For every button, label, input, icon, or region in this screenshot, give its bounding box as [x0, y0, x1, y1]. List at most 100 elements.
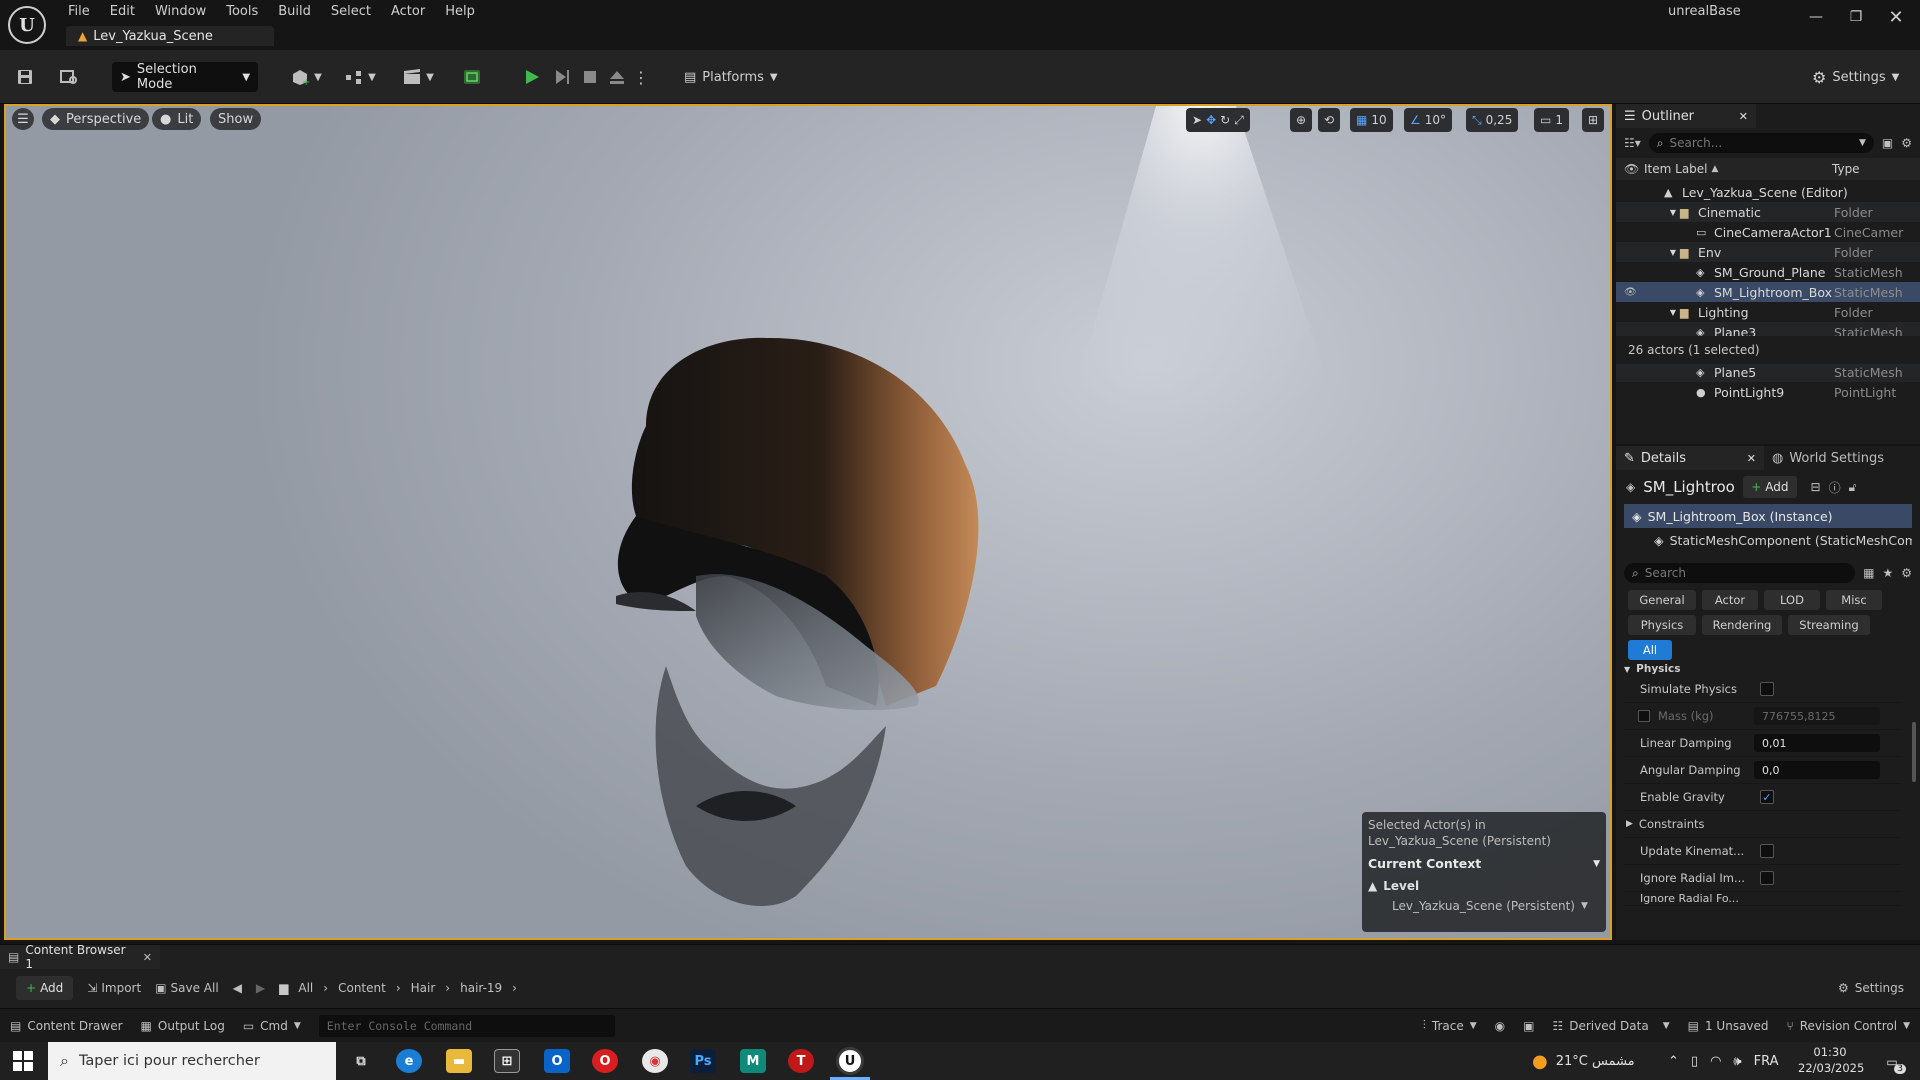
close-icon[interactable]: ✕ — [143, 951, 152, 964]
add-actor-button[interactable]: + ▼ — [286, 62, 326, 92]
menu-tools[interactable]: Tools — [216, 1, 268, 23]
unsaved-button[interactable]: ▤ 1 Unsaved — [1688, 1019, 1769, 1033]
simulate-physics-checkbox[interactable] — [1760, 682, 1774, 696]
outliner-row[interactable]: ▭ CineCameraActor1 CineCamera — [1616, 222, 1920, 242]
photoshop-icon[interactable]: Ps — [690, 1049, 716, 1073]
windows-start-icon[interactable] — [12, 1050, 34, 1072]
scale-tool-icon[interactable]: ⤢ — [1234, 113, 1244, 128]
outliner-tab[interactable]: ☰ Outliner ✕ — [1616, 104, 1756, 128]
opera-icon[interactable]: O — [592, 1049, 618, 1073]
menu-actor[interactable]: Actor — [381, 1, 435, 23]
restore-icon[interactable]: ❐ — [1836, 2, 1876, 32]
console-input[interactable]: Enter Console Command — [318, 1014, 615, 1037]
menu-help[interactable]: Help — [435, 1, 485, 23]
outliner-search-input[interactable]: ⌕ Search... ▼ — [1648, 133, 1874, 153]
filter-streaming[interactable]: Streaming — [1788, 615, 1870, 635]
world-settings-tab[interactable]: ◍ World Settings — [1764, 446, 1892, 470]
move-tool-icon[interactable]: ✥ — [1206, 113, 1216, 127]
step-icon[interactable] — [550, 62, 574, 92]
camera-speed-button[interactable]: ▭ 1 — [1534, 108, 1569, 132]
menu-file[interactable]: File — [58, 1, 100, 23]
world-space-icon[interactable]: ⊕ — [1290, 108, 1313, 132]
filter-misc[interactable]: Misc — [1826, 590, 1882, 610]
close-icon[interactable]: ✕ — [1739, 110, 1748, 123]
surface-snap-icon[interactable]: ⟲ — [1318, 108, 1341, 132]
filter-lod[interactable]: LOD — [1764, 590, 1820, 610]
filter-actor[interactable]: Actor — [1702, 590, 1758, 610]
component-row[interactable]: ◈ StaticMeshComponent (StaticMeshComp — [1624, 528, 1912, 552]
maya-icon[interactable]: M — [740, 1049, 766, 1073]
instance-row[interactable]: ◈ SM_Lightroom_Box (Instance) — [1624, 504, 1912, 528]
visibility-icon[interactable]: 👁 — [1624, 162, 1644, 176]
weather-widget[interactable]: ● 21°C مشمس — [1532, 1042, 1635, 1080]
language-indicator[interactable]: FRA — [1754, 1054, 1779, 1069]
minimize-icon[interactable]: — — [1796, 2, 1836, 32]
expand-arrow-icon[interactable]: ▼ — [1636, 208, 1680, 217]
breadcrumb-hair[interactable]: Hair — [411, 981, 436, 995]
clock[interactable]: 01:30 22/03/2025 — [1798, 1044, 1864, 1076]
modes-icon[interactable] — [458, 62, 486, 92]
level-document-tab[interactable]: ▲ Lev_Yazkua_Scene — [66, 26, 274, 46]
stop-icon[interactable] — [578, 62, 602, 92]
actor-name[interactable]: SM_Lightroo — [1643, 478, 1735, 496]
notifications-button[interactable]: ▭ 3 — [1878, 1050, 1906, 1074]
current-context-header[interactable]: Current Context ▼ — [1368, 856, 1600, 871]
menu-window[interactable]: Window — [145, 1, 216, 23]
select-tool-icon[interactable]: ➤ — [1192, 113, 1202, 127]
browse-icon[interactable] — [56, 62, 82, 92]
play-icon[interactable] — [520, 62, 544, 92]
add-folder-icon[interactable]: ▣ — [1882, 136, 1893, 150]
layout-icon[interactable]: ⊞ — [1582, 108, 1605, 132]
store-icon[interactable]: ⊞ — [494, 1049, 520, 1073]
details-tab[interactable]: ✎ Details ✕ — [1616, 446, 1764, 470]
blueprint-icon[interactable]: ⊟ — [1811, 480, 1821, 494]
linear-damping-field[interactable]: 0,01 — [1754, 734, 1880, 752]
details-search-input[interactable]: ⌕ Search — [1624, 563, 1856, 583]
filter-general[interactable]: General — [1628, 590, 1696, 610]
menu-build[interactable]: Build — [268, 1, 321, 23]
unreal-logo-icon[interactable]: U — [8, 6, 46, 44]
breadcrumb-all[interactable]: All — [298, 981, 313, 995]
eject-icon[interactable] — [604, 62, 630, 92]
constraints-row[interactable]: ▶ Constraints — [1624, 811, 1902, 838]
enable-gravity-checkbox[interactable]: ✓ — [1760, 790, 1774, 804]
close-icon[interactable]: ✕ — [1876, 2, 1916, 32]
settings-dropdown[interactable]: ⚙ Settings ▼ — [1812, 62, 1899, 92]
filter-icon[interactable]: ☷▾ — [1624, 136, 1641, 150]
outliner-row[interactable]: ◈ Plane5 StaticMesh — [1616, 362, 1920, 382]
volume-icon[interactable]: 🕪︎ — [1733, 1054, 1741, 1069]
perspective-button[interactable]: ◆ Perspective — [42, 108, 150, 130]
trace-dropdown[interactable]: ⫶ Trace ▼ — [1423, 1018, 1477, 1033]
meet-icon[interactable]: ▯ — [1691, 1054, 1698, 1069]
cmd-dropdown[interactable]: ▭ Cmd ▼ — [243, 1019, 301, 1033]
play-options-icon[interactable]: ⋮ — [633, 62, 649, 92]
breadcrumb-hair-19[interactable]: hair-19 — [460, 981, 502, 995]
ignore-radial-impulse-checkbox[interactable] — [1760, 871, 1774, 885]
visibility-icon[interactable]: 👁 — [1616, 287, 1637, 298]
save-icon[interactable] — [12, 62, 38, 92]
physics-section-header[interactable]: ▼ Physics — [1616, 662, 1920, 676]
outliner-row[interactable]: ▲ Lev_Yazkua_Scene (Editor) — [1616, 182, 1920, 202]
outliner-row[interactable]: ● PointLight9 PointLight — [1616, 382, 1920, 402]
cb-save-all-button[interactable]: ▣ Save All — [155, 981, 219, 995]
level-dropdown[interactable]: Lev_Yazkua_Scene (Persistent) ▼ — [1368, 899, 1600, 913]
add-component-button[interactable]: + Add — [1743, 476, 1797, 498]
help-icon[interactable]: ⓘ — [1829, 479, 1841, 496]
gear-icon[interactable]: ⚙ — [1901, 136, 1912, 150]
filter-physics[interactable]: Physics — [1628, 615, 1696, 635]
content-browser-tab[interactable]: ▤ Content Browser 1 ✕ — [0, 943, 160, 971]
outliner-row[interactable]: ▼ ▆ Lighting Folder — [1616, 302, 1920, 322]
star-icon[interactable]: ★ — [1882, 566, 1893, 580]
outlook-icon[interactable]: O — [544, 1049, 570, 1073]
outliner-row[interactable]: ◈ SM_Ground_Plane StaticMesh — [1616, 262, 1920, 282]
filter-all[interactable]: All — [1628, 640, 1672, 660]
output-log-button[interactable]: ▦ Output Log — [141, 1019, 225, 1033]
selection-mode-dropdown[interactable]: ➤ Selection Mode ▼ — [112, 62, 258, 92]
gear-icon[interactable]: ⚙ — [1901, 566, 1912, 580]
scale-snap-toggle[interactable]: ⤡ 0,25 — [1466, 108, 1519, 132]
rotate-snap-toggle[interactable]: ∠ 10° — [1404, 108, 1453, 132]
chevron-up-icon[interactable]: ⌃ — [1668, 1054, 1679, 1069]
expand-arrow-icon[interactable]: ▼ — [1636, 308, 1680, 317]
chrome-icon[interactable]: ◉ — [642, 1049, 668, 1073]
update-kinematic-checkbox[interactable] — [1760, 844, 1774, 858]
